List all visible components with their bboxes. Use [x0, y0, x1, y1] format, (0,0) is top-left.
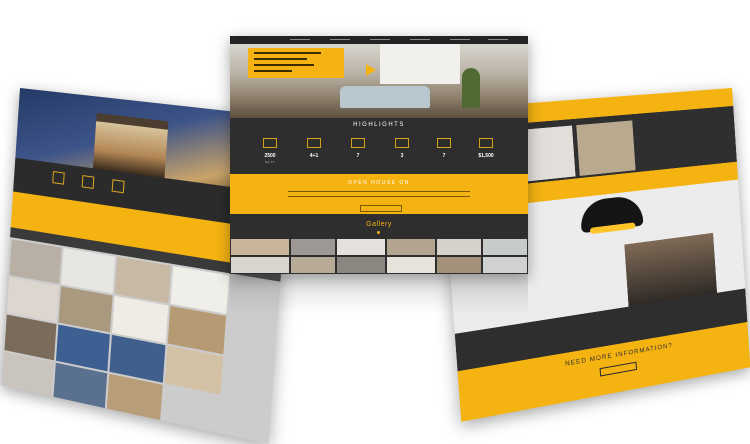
gallery-title: Gallery	[366, 221, 392, 228]
gallery-header: Gallery	[230, 214, 528, 238]
gallery-photo[interactable]	[386, 256, 436, 274]
highlight-value: 4+1	[309, 153, 319, 159]
nav-item[interactable]	[370, 39, 390, 40]
open-house-line	[288, 191, 470, 192]
car-icon	[307, 138, 321, 148]
nav-item[interactable]	[450, 39, 470, 40]
gallery-photo[interactable]	[386, 238, 436, 256]
highlights-title: HIGHLIGHTS	[353, 122, 405, 128]
highlight-value: 3	[400, 153, 404, 159]
gallery-photo	[164, 345, 224, 395]
feature-icon	[52, 170, 65, 185]
gallery-photo[interactable]	[436, 238, 482, 256]
highlight-item: 3	[382, 138, 422, 160]
feature-icon	[81, 175, 95, 189]
gallery-dot	[377, 231, 380, 234]
bed-icon	[351, 138, 365, 148]
interior-photo	[576, 120, 636, 176]
top-nav	[230, 36, 528, 44]
highlight-item: 4+1	[294, 138, 334, 160]
gallery-photo	[61, 247, 116, 294]
bath-icon	[395, 138, 409, 148]
nav-item[interactable]	[330, 39, 350, 40]
gallery-grid	[230, 238, 528, 274]
highlight-label: SQ FT	[264, 160, 276, 164]
wall-art	[380, 44, 460, 84]
feature-icon	[111, 179, 125, 194]
living-room-hero	[230, 44, 528, 118]
highlight-value: 7	[356, 153, 360, 159]
nav-item[interactable]	[290, 39, 310, 40]
gallery-photo[interactable]	[482, 238, 528, 256]
open-house-section: OPEN HOUSE ON	[230, 174, 528, 214]
nav-item[interactable]	[488, 39, 508, 40]
gallery-photo[interactable]	[230, 238, 290, 256]
contact-button[interactable]	[599, 361, 638, 377]
highlight-item: 7	[424, 138, 464, 160]
highlight-item: $1,500	[466, 138, 506, 160]
highlight-value: 2500	[264, 153, 276, 159]
gallery-photo[interactable]	[290, 256, 336, 274]
play-icon[interactable]	[366, 64, 376, 76]
gallery-photo[interactable]	[230, 256, 290, 274]
open-house-title: OPEN HOUSE ON	[348, 180, 410, 186]
gallery-photo[interactable]	[336, 238, 386, 256]
gallery-photo[interactable]	[482, 256, 528, 274]
highlight-item: 7	[338, 138, 378, 160]
open-house-button[interactable]	[360, 205, 402, 212]
gallery-photo	[9, 239, 62, 284]
gallery-photo[interactable]	[336, 256, 386, 274]
gallery-photo[interactable]	[436, 256, 482, 274]
house-photo	[92, 113, 169, 178]
highlight-value: 7	[442, 153, 446, 159]
hero-info-box	[248, 48, 344, 78]
highlight-value: $1,500	[478, 153, 494, 159]
area-icon	[263, 138, 277, 148]
sofa	[340, 86, 430, 108]
highlight-item: 2500 SQ FT	[250, 138, 290, 164]
gallery-photo[interactable]	[290, 238, 336, 256]
gallery-photo	[1, 352, 54, 399]
highlights-section: HIGHLIGHTS 2500 SQ FT 4+1 7 3 7 $1,500	[230, 118, 528, 174]
garage-icon	[437, 138, 451, 148]
center-page-mockup: HIGHLIGHTS 2500 SQ FT 4+1 7 3 7 $1,500 O…	[230, 36, 528, 274]
center-page-reflection	[230, 274, 528, 314]
open-house-line	[288, 196, 470, 197]
nav-item[interactable]	[410, 39, 430, 40]
plant	[462, 68, 480, 108]
price-icon	[479, 138, 493, 148]
